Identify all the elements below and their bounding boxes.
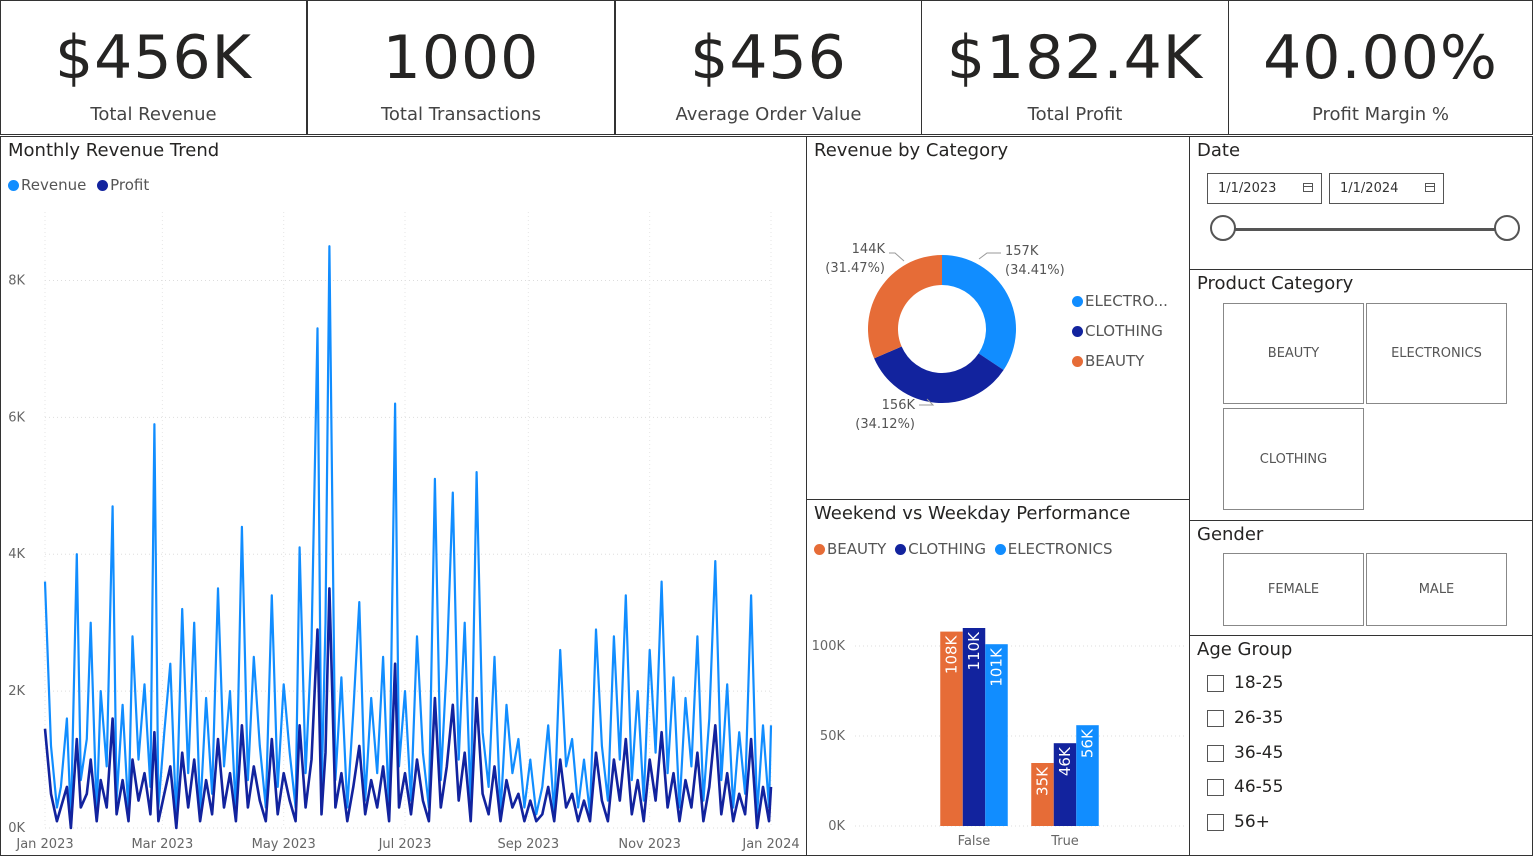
- kpi-value: 1000: [382, 23, 540, 93]
- legend-label: ELECTRO...: [1085, 292, 1168, 310]
- age-option-label: 18-25: [1234, 673, 1284, 693]
- kpi-card-average-order-value: $456 Average Order Value: [615, 0, 922, 135]
- kpi-value: $182.4K: [946, 23, 1204, 93]
- checkbox-icon[interactable]: [1207, 710, 1224, 727]
- y-tick-label: 0K: [8, 821, 25, 836]
- end-date-value: 1/1/2024: [1340, 181, 1399, 196]
- kpi-label: Total Transactions: [380, 104, 542, 125]
- kpi-label: Profit Margin %: [1312, 104, 1449, 125]
- kpi-card-total-profit: $182.4K Total Profit: [921, 0, 1229, 135]
- checkbox-icon[interactable]: [1207, 779, 1224, 796]
- data-label-clothing-value: 156K: [882, 398, 916, 413]
- bar-chart-plot[interactable]: 0K 50K 100K False True 108K 110K 101K 35K46K 56…: [807, 500, 1189, 855]
- data-label-electronics-value: 157K: [1005, 244, 1039, 259]
- x-tick-label: Mar 2023: [131, 837, 193, 852]
- data-label-true-electronics: 56K: [1079, 728, 1097, 758]
- x-tick-label: May 2023: [252, 837, 316, 852]
- y-tick-label: 4K: [8, 547, 25, 562]
- slider-handle-start-icon[interactable]: [1210, 215, 1236, 241]
- data-label-false-beauty: 108K: [943, 634, 961, 674]
- revenue-by-category-chart[interactable]: Revenue by Category 157K (34.41%) 144K (…: [806, 136, 1190, 500]
- legend-dot-icon: [1072, 326, 1083, 337]
- end-date-input[interactable]: 1/1/2024: [1329, 173, 1444, 204]
- kpi-card-profit-margin: 40.00% Profit Margin %: [1228, 0, 1533, 135]
- line-chart-plot[interactable]: 0K 2K 4K 6K 8K Jan 2023 Mar 2023 May 2023 Jul 2…: [1, 137, 806, 855]
- donut-legend: ELECTRO... CLOTHING BEAUTY: [1072, 292, 1168, 382]
- y-tick-label: 6K: [8, 410, 25, 425]
- calendar-icon[interactable]: [1303, 183, 1313, 192]
- checkbox-icon[interactable]: [1207, 675, 1224, 692]
- x-tick-label: Sep 2023: [497, 837, 559, 852]
- checkbox-icon[interactable]: [1207, 814, 1224, 831]
- x-tick-label: Jan 2023: [15, 837, 73, 852]
- age-group-slicer: Age Group 18-25 26-35 36-45 46-55 56+: [1189, 635, 1533, 856]
- kpi-value: 40.00%: [1263, 23, 1498, 93]
- start-date-value: 1/1/2023: [1218, 181, 1277, 196]
- tile-male[interactable]: MALE: [1366, 553, 1507, 626]
- tile-clothing[interactable]: CLOTHING: [1223, 408, 1364, 510]
- product-category-slicer: Product Category BEAUTY ELECTRONICS CLOT…: [1189, 269, 1533, 521]
- kpi-value: $456K: [54, 23, 253, 93]
- data-label-electronics-pct: (34.41%): [1005, 263, 1065, 278]
- start-date-input[interactable]: 1/1/2023: [1207, 173, 1322, 204]
- x-tick-label: True: [1050, 834, 1079, 849]
- legend-dot-icon: [1072, 356, 1083, 367]
- age-option-label: 46-55: [1234, 777, 1284, 797]
- data-label-true-clothing: 46K: [1056, 746, 1074, 776]
- kpi-label: Total Profit: [1027, 104, 1123, 125]
- data-label-beauty-value: 144K: [852, 242, 886, 257]
- tile-beauty[interactable]: BEAUTY: [1223, 303, 1364, 404]
- legend-label: BEAUTY: [1085, 352, 1145, 370]
- y-tick-label: 2K: [8, 684, 25, 699]
- kpi-card-total-revenue: $456K Total Revenue: [0, 0, 307, 135]
- kpi-value: $456: [690, 23, 847, 93]
- x-tick-label: Jan 2024: [741, 837, 799, 852]
- kpi-card-total-transactions: 1000 Total Transactions: [307, 0, 615, 135]
- slicer-title: Age Group: [1197, 639, 1293, 660]
- checkbox-icon[interactable]: [1207, 745, 1224, 762]
- slider-handle-end-icon[interactable]: [1494, 215, 1520, 241]
- calendar-icon[interactable]: [1425, 183, 1435, 192]
- legend-item-electronics[interactable]: ELECTRO...: [1072, 292, 1168, 322]
- date-range-track[interactable]: [1225, 228, 1510, 231]
- monthly-revenue-trend-chart[interactable]: Monthly Revenue Trend Revenue Profit 0K 2…: [0, 136, 807, 856]
- date-slicer: Date 1/1/2023 1/1/2024: [1189, 136, 1533, 270]
- age-option-label: 26-35: [1234, 708, 1284, 728]
- x-tick-label: Nov 2023: [618, 837, 681, 852]
- slicer-title: Product Category: [1197, 273, 1354, 294]
- slicer-title: Date: [1197, 140, 1241, 161]
- weekend-vs-weekday-chart[interactable]: Weekend vs Weekday Performance BEAUTY CL…: [806, 499, 1190, 856]
- age-option-label: 56+: [1234, 812, 1270, 832]
- x-tick-label: Jul 2023: [378, 837, 432, 852]
- legend-item-beauty[interactable]: BEAUTY: [1072, 352, 1168, 382]
- data-label-clothing-pct: (34.12%): [855, 417, 915, 432]
- legend-label: CLOTHING: [1085, 322, 1163, 340]
- legend-dot-icon: [1072, 296, 1083, 307]
- age-option-label: 36-45: [1234, 743, 1284, 763]
- leader-line-electronics: [978, 252, 1001, 260]
- y-tick-label: 0K: [828, 819, 845, 834]
- y-tick-label: 100K: [812, 639, 846, 654]
- data-label-beauty-pct: (31.47%): [825, 261, 885, 276]
- x-tick-label: False: [958, 834, 991, 849]
- tile-female[interactable]: FEMALE: [1223, 553, 1364, 626]
- kpi-label: Average Order Value: [675, 104, 862, 125]
- gender-slicer: Gender FEMALE MALE: [1189, 520, 1533, 636]
- legend-item-clothing[interactable]: CLOTHING: [1072, 322, 1168, 352]
- kpi-label: Total Revenue: [90, 104, 217, 125]
- y-tick-label: 8K: [8, 273, 25, 288]
- tile-electronics[interactable]: ELECTRONICS: [1366, 303, 1507, 404]
- slicer-title: Gender: [1197, 524, 1264, 545]
- data-label-true-beauty: 35K: [1034, 766, 1052, 796]
- data-label-false-clothing: 110K: [965, 631, 983, 671]
- data-label-false-electronics: 101K: [988, 647, 1006, 687]
- y-tick-label: 50K: [820, 729, 846, 744]
- leader-line-beauty: [889, 252, 905, 262]
